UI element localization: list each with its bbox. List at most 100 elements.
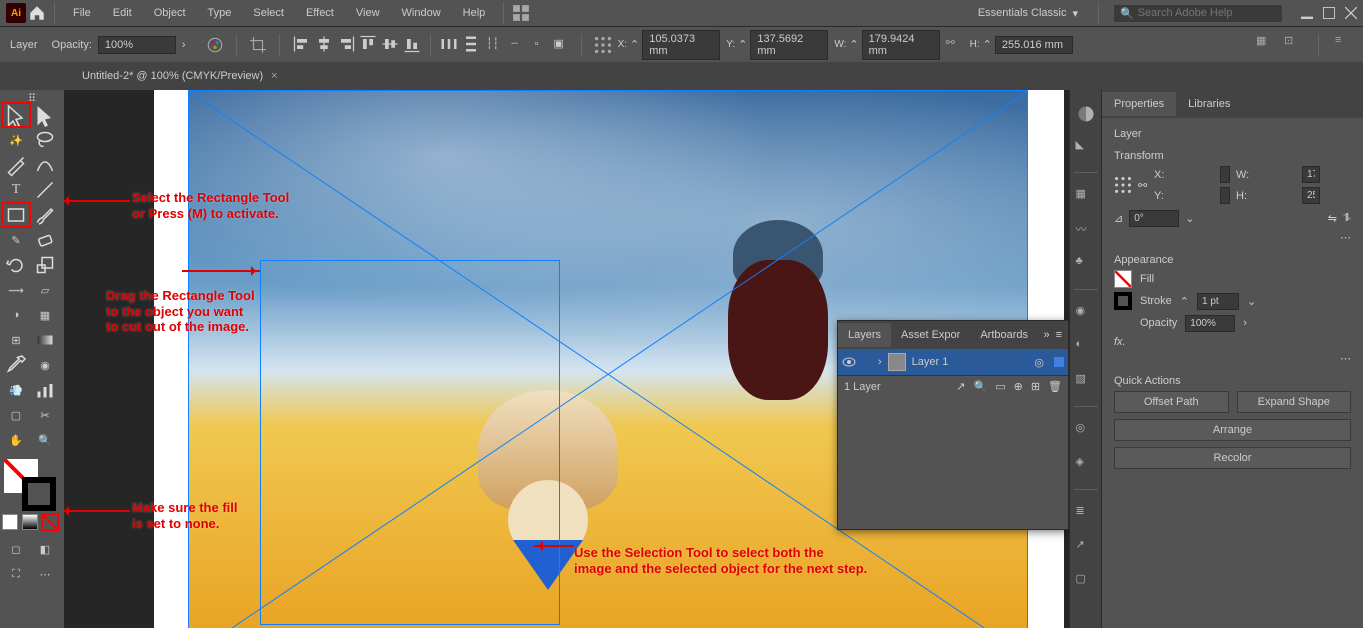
- recolor-icon[interactable]: [206, 36, 224, 54]
- layers-panel[interactable]: Layers Asset Expor Artboards »≡ › Layer …: [837, 320, 1069, 530]
- opacity-input-prop[interactable]: [1185, 315, 1235, 332]
- locate-icon[interactable]: ↗: [956, 380, 965, 393]
- prop-y-input[interactable]: [1220, 187, 1230, 204]
- slice-tool[interactable]: ✂: [31, 403, 59, 427]
- artboards-panel-icon[interactable]: ▢: [1076, 572, 1096, 592]
- swatches-icon[interactable]: ▦: [1076, 187, 1096, 207]
- workspace-switcher[interactable]: Essentials Classic ▾: [972, 5, 1084, 22]
- fill-stroke-swatch[interactable]: [2, 459, 58, 511]
- prop-x-input[interactable]: [1220, 166, 1230, 183]
- color-guide-icon[interactable]: ◣: [1076, 138, 1096, 158]
- menu-file[interactable]: File: [63, 3, 101, 23]
- draw-behind-icon[interactable]: ◧: [31, 537, 59, 561]
- menu-object[interactable]: Object: [144, 3, 196, 23]
- expand-shape-button[interactable]: Expand Shape: [1237, 391, 1352, 413]
- line-tool[interactable]: [31, 178, 59, 202]
- reference-point-icon[interactable]: [594, 36, 612, 54]
- shape-builder-tool[interactable]: ◑: [2, 303, 30, 327]
- collapse-icon[interactable]: »: [1043, 329, 1049, 341]
- panel-menu-icon[interactable]: ≡: [1335, 34, 1353, 52]
- align-vcenter-icon[interactable]: [380, 34, 400, 54]
- blend-tool[interactable]: ◉: [31, 353, 59, 377]
- mesh-tool[interactable]: ⊞: [2, 328, 30, 352]
- document-tab[interactable]: Untitled-2* @ 100% (CMYK/Preview) ×: [72, 66, 288, 86]
- angle-dropdown-icon[interactable]: ⌄: [1185, 212, 1194, 225]
- align-left-icon[interactable]: [292, 34, 312, 54]
- arrange-docs-icon[interactable]: [512, 4, 530, 22]
- symbol-sprayer-tool[interactable]: 💨: [2, 378, 30, 402]
- constrain-icon[interactable]: ⚯: [946, 36, 964, 54]
- eraser-tool[interactable]: [31, 228, 59, 252]
- artboard-tool[interactable]: ▢: [2, 403, 30, 427]
- curvature-tool[interactable]: [31, 153, 59, 177]
- magic-wand-tool[interactable]: ✨: [2, 128, 30, 152]
- appearance-more-icon[interactable]: ⋯: [1340, 353, 1351, 365]
- search-layer-icon[interactable]: 🔍: [973, 380, 987, 393]
- shaper-tool[interactable]: ✎: [2, 228, 30, 252]
- perspective-tool[interactable]: ▦: [31, 303, 59, 327]
- h-input[interactable]: 255.016 mm: [995, 36, 1073, 54]
- layers-icon[interactable]: ≣: [1076, 504, 1096, 524]
- menu-help[interactable]: Help: [453, 3, 496, 23]
- hand-tool[interactable]: ✋: [2, 428, 30, 452]
- pen-tool[interactable]: [2, 153, 30, 177]
- menu-view[interactable]: View: [346, 3, 390, 23]
- caret-right-icon[interactable]: ›: [182, 39, 186, 51]
- menu-select[interactable]: Select: [243, 3, 294, 23]
- visibility-icon[interactable]: [842, 355, 856, 369]
- lasso-tool[interactable]: [31, 128, 59, 152]
- fill-color-mode[interactable]: [2, 514, 18, 530]
- stroke-swatch[interactable]: [22, 477, 56, 511]
- reference-point-selector[interactable]: [1114, 176, 1132, 194]
- edit-toolbar-icon[interactable]: ⋯: [31, 562, 59, 586]
- isolate-icon[interactable]: ▦: [1256, 34, 1274, 52]
- appearance-icon[interactable]: ◎: [1076, 421, 1096, 441]
- distribute-v-icon[interactable]: [461, 34, 481, 54]
- eyedropper-tool[interactable]: [2, 353, 30, 377]
- scale-tool[interactable]: [31, 253, 59, 277]
- rectangle-tool[interactable]: [2, 203, 30, 227]
- more-options-icon[interactable]: ⋯: [1340, 232, 1351, 244]
- opacity-caret-icon[interactable]: ›: [1243, 317, 1247, 329]
- align-top-icon[interactable]: [358, 34, 378, 54]
- recolor-button[interactable]: Recolor: [1114, 447, 1351, 469]
- properties-tab[interactable]: Properties: [1102, 92, 1176, 116]
- rectangle-selection-box[interactable]: [260, 260, 560, 625]
- new-layer-icon[interactable]: ⊞: [1031, 380, 1040, 393]
- libraries-tab[interactable]: Libraries: [1176, 92, 1242, 116]
- clip-mask-icon[interactable]: ▭: [995, 380, 1005, 393]
- menu-effect[interactable]: Effect: [296, 3, 344, 23]
- width-tool[interactable]: ⟿: [2, 278, 30, 302]
- graphic-styles-icon[interactable]: ◈: [1076, 455, 1096, 475]
- stroke-color-swatch[interactable]: [1114, 292, 1132, 310]
- expand-icon[interactable]: ›: [878, 356, 882, 368]
- fill-color-swatch[interactable]: [1114, 270, 1132, 288]
- stroke-panel-icon[interactable]: ◉: [1076, 304, 1096, 324]
- edit-clip-icon[interactable]: ⊡: [1284, 34, 1302, 52]
- fill-none-mode[interactable]: [42, 514, 58, 530]
- stroke-weight-input[interactable]: [1197, 293, 1239, 310]
- constrain-proportions-icon[interactable]: ⚯: [1138, 179, 1148, 192]
- asset-export-panel-icon[interactable]: ↗: [1076, 538, 1096, 558]
- selection-tool[interactable]: [2, 103, 30, 127]
- arrange-button[interactable]: Arrange: [1114, 419, 1351, 441]
- layer-row[interactable]: › Layer 1 ◎: [838, 349, 1068, 375]
- direct-selection-tool[interactable]: [31, 103, 59, 127]
- maximize-icon[interactable]: [1323, 7, 1335, 19]
- asset-export-tab[interactable]: Asset Expor: [891, 323, 970, 347]
- align-bottom-icon[interactable]: [402, 34, 422, 54]
- draw-normal-icon[interactable]: ◻: [2, 537, 30, 561]
- distribute-spacing-h-icon[interactable]: ┆┆: [483, 34, 503, 54]
- minimize-icon[interactable]: [1301, 7, 1313, 19]
- distribute-h-icon[interactable]: [439, 34, 459, 54]
- align-to-key-icon[interactable]: ▫: [527, 34, 547, 54]
- close-tab-icon[interactable]: ×: [271, 70, 277, 82]
- w-input[interactable]: 179.9424 mm: [862, 30, 940, 60]
- brushes-icon[interactable]: 〰: [1076, 221, 1096, 241]
- transparency-icon[interactable]: ▨: [1076, 372, 1096, 392]
- distribute-spacing-v-icon[interactable]: ┄: [505, 34, 525, 54]
- canvas[interactable]: Select the Rectangle Tool or Press (M) t…: [64, 90, 1069, 628]
- prop-w-input[interactable]: [1302, 166, 1320, 183]
- flip-h-icon[interactable]: ⇋: [1328, 212, 1337, 225]
- layer-name[interactable]: Layer 1: [912, 356, 949, 368]
